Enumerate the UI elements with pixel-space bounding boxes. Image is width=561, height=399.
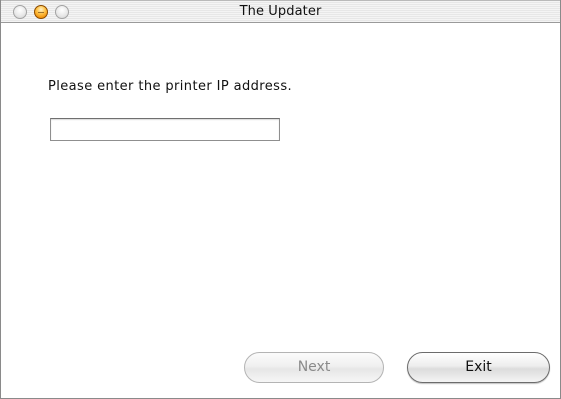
- ip-address-prompt: Please enter the printer IP address.: [48, 79, 293, 94]
- printer-ip-input[interactable]: [50, 118, 280, 141]
- exit-button[interactable]: Exit: [407, 352, 550, 383]
- next-button[interactable]: Next: [244, 352, 384, 383]
- dialog-content: Please enter the printer IP address. Nex…: [1, 23, 560, 398]
- title-bar[interactable]: The Updater: [1, 0, 560, 23]
- window-title: The Updater: [239, 4, 322, 19]
- updater-window: The Updater Please enter the printer IP …: [0, 0, 561, 399]
